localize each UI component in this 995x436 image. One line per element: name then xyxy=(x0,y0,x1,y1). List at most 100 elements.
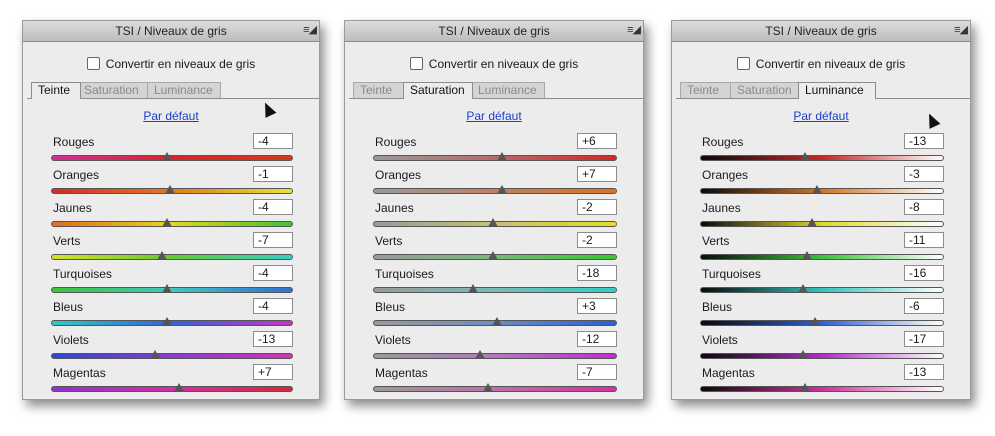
color-slider-track[interactable] xyxy=(51,350,293,359)
slider-thumb[interactable] xyxy=(800,383,811,392)
slider-thumb[interactable] xyxy=(157,251,168,260)
slider-thumb[interactable] xyxy=(797,350,808,359)
slider-thumb[interactable] xyxy=(150,350,161,359)
color-slider-track[interactable] xyxy=(51,383,293,392)
color-slider-track[interactable] xyxy=(51,152,293,161)
slider-value-input[interactable]: -7 xyxy=(577,364,617,380)
panel-menu-icon[interactable]: ≡◢ xyxy=(954,23,968,36)
slider-thumb[interactable] xyxy=(162,218,173,227)
slider-thumb[interactable] xyxy=(468,284,479,293)
slider-value-input[interactable]: -4 xyxy=(253,133,293,149)
color-slider-track[interactable] xyxy=(700,350,944,359)
color-slider-track[interactable] xyxy=(51,218,293,227)
color-slider-track[interactable] xyxy=(700,152,944,161)
convert-grayscale-checkbox[interactable]: Convertir en niveaux de gris xyxy=(672,57,970,71)
slider-value-input[interactable]: -4 xyxy=(253,298,293,314)
slider-value-input[interactable]: -7 xyxy=(253,232,293,248)
color-slider-track[interactable] xyxy=(373,218,617,227)
slider-thumb[interactable] xyxy=(162,152,173,161)
tab-teinte[interactable]: Teinte xyxy=(31,82,81,99)
tab-teinte[interactable]: Teinte xyxy=(680,82,732,98)
slider-value-input[interactable]: -16 xyxy=(904,265,944,281)
slider-thumb[interactable] xyxy=(174,383,185,392)
slider-label: Jaunes xyxy=(702,201,741,215)
checkbox-icon[interactable] xyxy=(409,57,423,70)
slider-thumb[interactable] xyxy=(497,152,508,161)
color-slider-track[interactable] xyxy=(373,350,617,359)
slider-thumb[interactable] xyxy=(475,350,486,359)
slider-thumb[interactable] xyxy=(162,284,173,293)
panel-titlebar[interactable]: TSI / Niveaux de gris ≡◢ xyxy=(672,21,970,42)
slider-value-input[interactable]: -1 xyxy=(253,166,293,182)
slider-thumb[interactable] xyxy=(487,251,498,260)
color-slider-track[interactable] xyxy=(700,284,944,293)
slider-value-input[interactable]: -4 xyxy=(253,199,293,215)
slider-value-input[interactable]: -18 xyxy=(577,265,617,281)
color-slider-track[interactable] xyxy=(51,284,293,293)
slider-value-input[interactable]: -2 xyxy=(577,199,617,215)
color-slider-track[interactable] xyxy=(373,185,617,194)
color-slider-track[interactable] xyxy=(373,152,617,161)
slider-thumb[interactable] xyxy=(797,284,808,293)
panel-menu-icon[interactable]: ≡◢ xyxy=(303,23,317,36)
color-slider-track[interactable] xyxy=(700,251,944,260)
panel-titlebar[interactable]: TSI / Niveaux de gris ≡◢ xyxy=(23,21,319,42)
checkbox-icon[interactable] xyxy=(86,57,100,70)
checkbox-icon[interactable] xyxy=(736,57,750,70)
panel-menu-icon[interactable]: ≡◢ xyxy=(627,23,641,36)
slider-value-input[interactable]: +7 xyxy=(253,364,293,380)
tab-saturation[interactable]: Saturation xyxy=(403,82,473,99)
tab-teinte[interactable]: Teinte xyxy=(353,82,405,98)
convert-grayscale-checkbox[interactable]: Convertir en niveaux de gris xyxy=(23,57,319,71)
slider-thumb[interactable] xyxy=(800,152,811,161)
reset-default-link[interactable]: Par défaut xyxy=(345,109,643,123)
tab-saturation[interactable]: Saturation xyxy=(730,82,800,98)
slider-value-input[interactable]: -8 xyxy=(904,199,944,215)
slider-row-verts: Verts -7 xyxy=(23,232,319,267)
slider-thumb[interactable] xyxy=(802,251,813,260)
slider-thumb[interactable] xyxy=(812,185,823,194)
color-slider-track[interactable] xyxy=(51,317,293,326)
slider-thumb[interactable] xyxy=(807,218,818,227)
color-slider-track[interactable] xyxy=(51,185,293,194)
slider-value-input[interactable]: -13 xyxy=(253,331,293,347)
slider-thumb[interactable] xyxy=(497,185,508,194)
color-slider-track[interactable] xyxy=(700,383,944,392)
slider-label: Oranges xyxy=(53,168,100,182)
color-slider-track[interactable] xyxy=(700,185,944,194)
color-slider-track[interactable] xyxy=(373,251,617,260)
slider-value-input[interactable]: -6 xyxy=(904,298,944,314)
tab-saturation[interactable]: Saturation xyxy=(77,82,149,98)
color-slider-track[interactable] xyxy=(373,284,617,293)
panel-titlebar[interactable]: TSI / Niveaux de gris ≡◢ xyxy=(345,21,643,42)
slider-value-input[interactable]: -11 xyxy=(904,232,944,248)
slider-value-input[interactable]: +6 xyxy=(577,133,617,149)
convert-grayscale-checkbox[interactable]: Convertir en niveaux de gris xyxy=(345,57,643,71)
slider-row-oranges: Oranges -1 xyxy=(23,166,319,201)
slider-value-input[interactable]: -13 xyxy=(904,133,944,149)
color-slider-track[interactable] xyxy=(700,317,944,326)
slider-value-input[interactable]: -3 xyxy=(904,166,944,182)
tab-luminance[interactable]: Luminance xyxy=(471,82,545,98)
slider-value-input[interactable]: +3 xyxy=(577,298,617,314)
slider-thumb[interactable] xyxy=(164,185,175,194)
color-slider-track[interactable] xyxy=(51,251,293,260)
tab-luminance[interactable]: Luminance xyxy=(147,82,221,98)
slider-value-input[interactable]: -2 xyxy=(577,232,617,248)
slider-value-input[interactable]: +7 xyxy=(577,166,617,182)
color-slider-track[interactable] xyxy=(373,383,617,392)
tab-luminance[interactable]: Luminance xyxy=(798,82,876,99)
color-slider-track[interactable] xyxy=(373,317,617,326)
slider-thumb[interactable] xyxy=(809,317,820,326)
slider-thumb[interactable] xyxy=(487,218,498,227)
slider-thumb[interactable] xyxy=(162,317,173,326)
slider-value-input[interactable]: -13 xyxy=(904,364,944,380)
slider-value-input[interactable]: -12 xyxy=(577,331,617,347)
slider-thumb[interactable] xyxy=(482,383,493,392)
color-slider-track[interactable] xyxy=(700,218,944,227)
slider-thumb[interactable] xyxy=(492,317,503,326)
slider-value-input[interactable]: -17 xyxy=(904,331,944,347)
slider-value-input[interactable]: -4 xyxy=(253,265,293,281)
slider-row-bleus: Bleus -4 xyxy=(23,298,319,333)
slider-row-bleus: Bleus -6 xyxy=(672,298,970,333)
